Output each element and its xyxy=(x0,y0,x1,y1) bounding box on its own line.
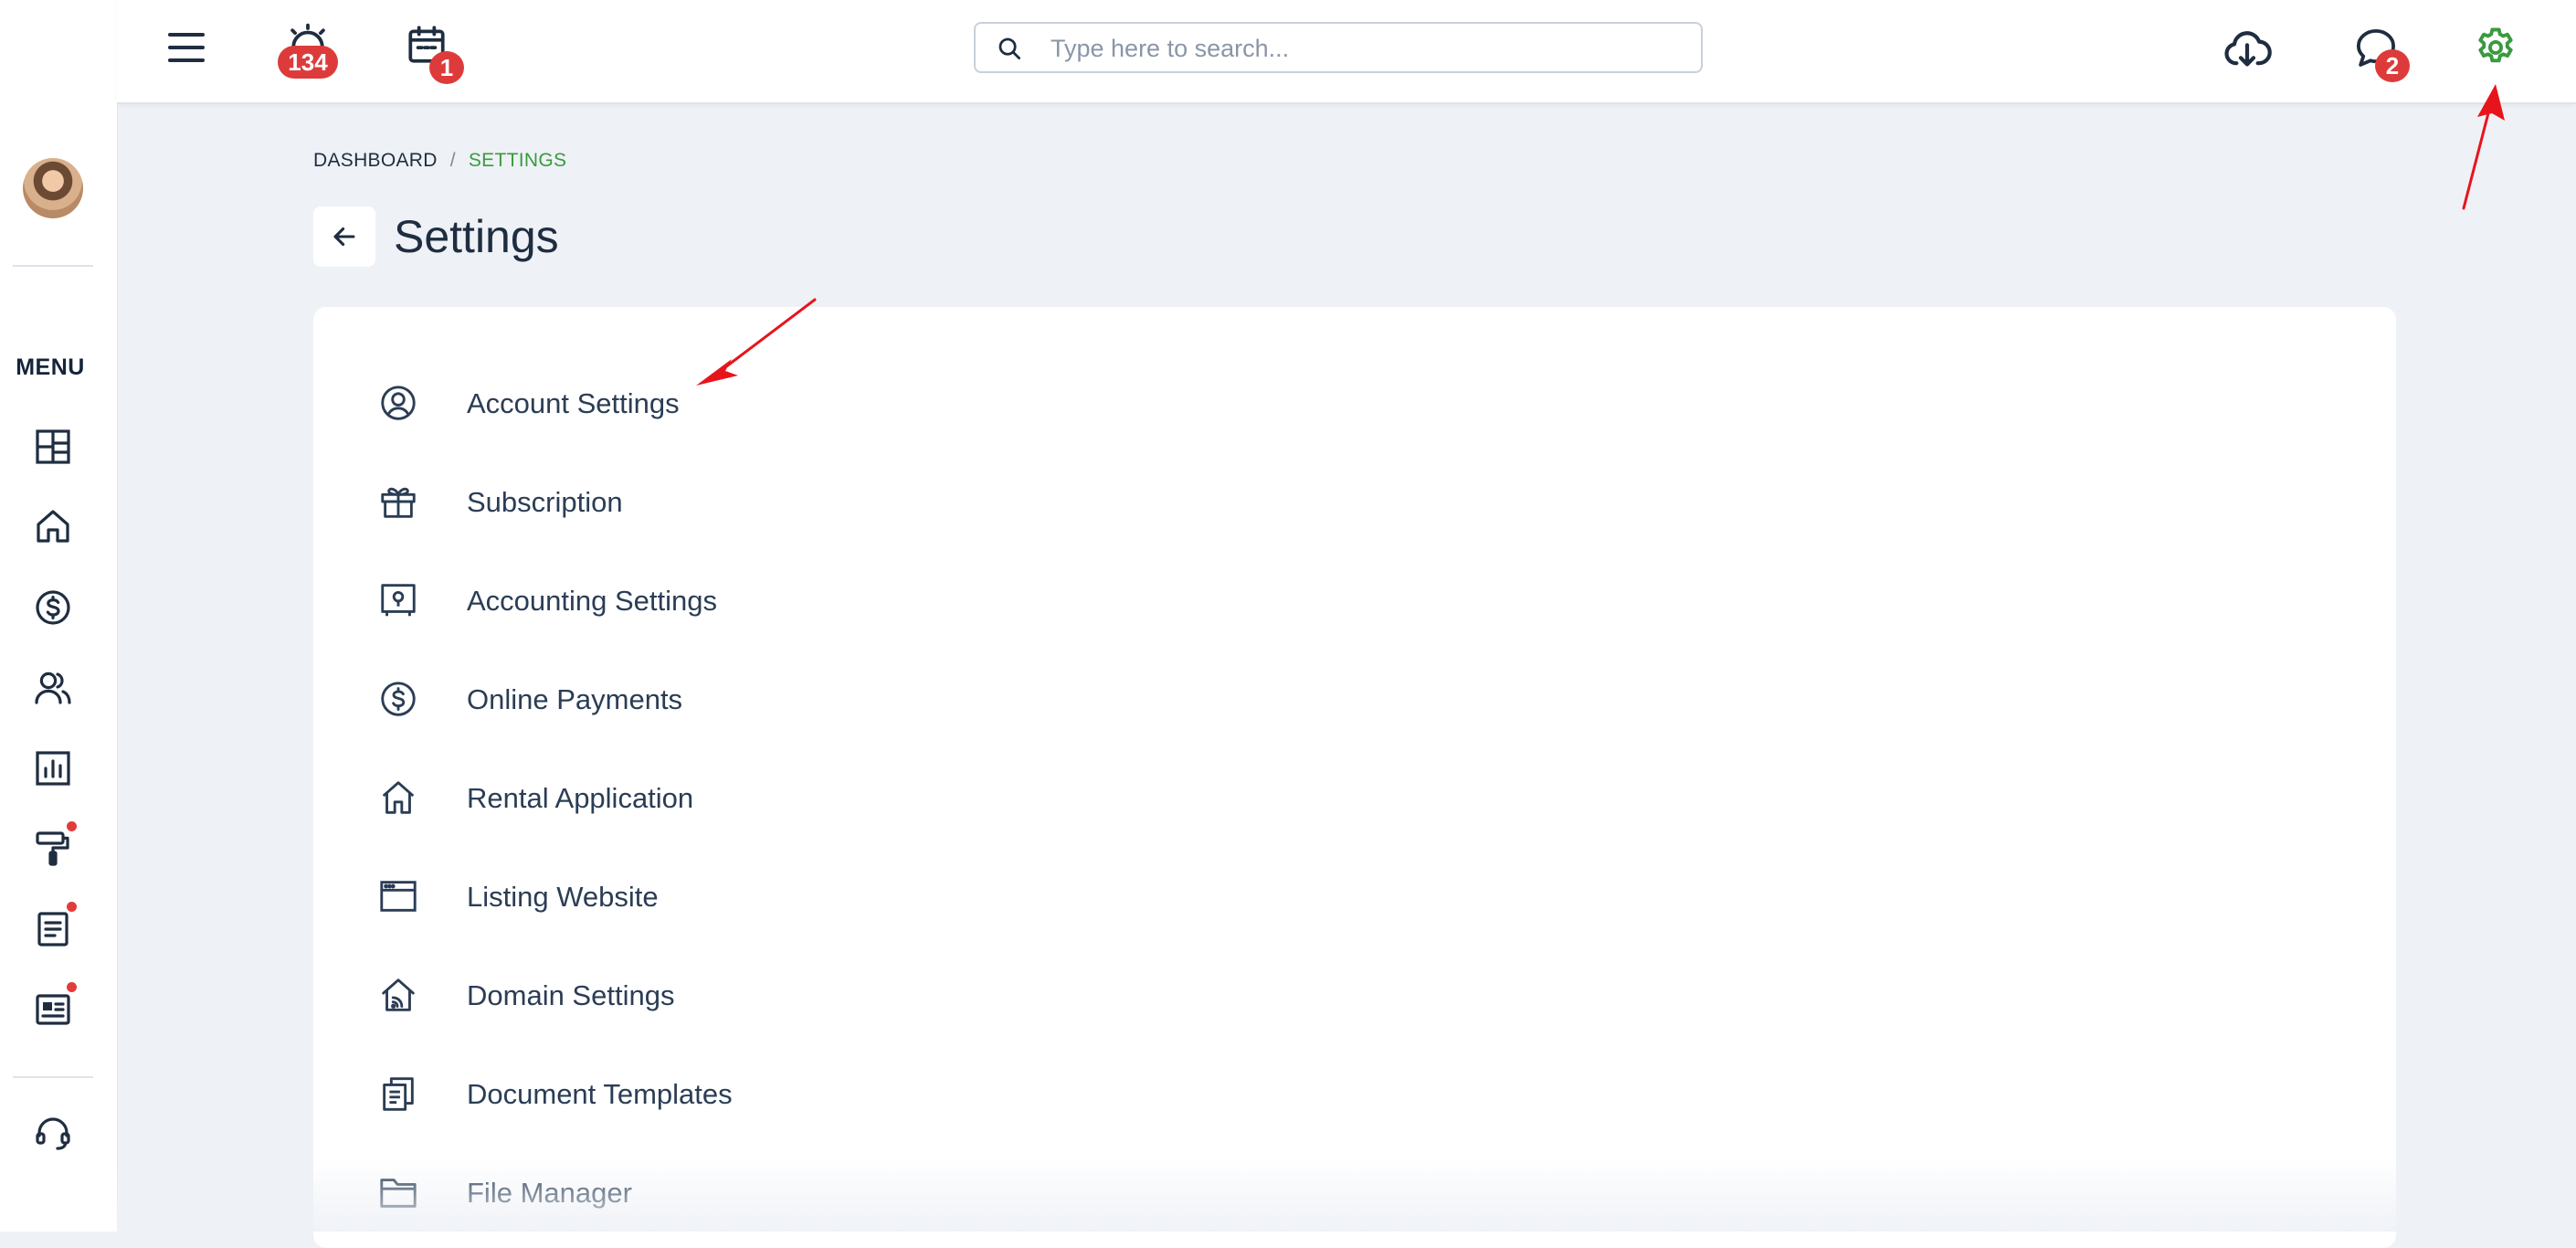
settings-item-label: Domain Settings xyxy=(467,979,675,1011)
search-input[interactable] xyxy=(1049,31,1683,66)
settings-item-account-settings[interactable]: Account Settings xyxy=(313,353,2396,451)
home-icon[interactable] xyxy=(31,504,75,548)
hamburger-menu-icon[interactable] xyxy=(164,26,208,69)
settings-item-label: Subscription xyxy=(467,486,623,518)
notification-dot xyxy=(67,821,77,831)
user-circle-icon xyxy=(381,386,416,420)
search-icon xyxy=(998,37,1020,59)
cloud-download-icon[interactable] xyxy=(2222,24,2273,75)
notification-dot xyxy=(67,982,77,992)
reports-icon[interactable] xyxy=(31,746,75,790)
messages-badge: 2 xyxy=(2375,49,2410,82)
settings-gear-icon[interactable] xyxy=(2472,24,2519,71)
calendar-badge: 1 xyxy=(429,51,464,84)
dollar-circle-icon xyxy=(381,682,416,716)
settings-item-document-templates[interactable]: Document Templates xyxy=(313,1043,2396,1142)
top-bar: 134 1 2 xyxy=(117,0,2576,104)
settings-item-label: Rental Application xyxy=(467,782,694,814)
dashboard-icon[interactable] xyxy=(31,425,75,469)
settings-item-domain-settings[interactable]: Domain Settings xyxy=(313,945,2396,1043)
settings-item-rental-application[interactable]: Rental Application xyxy=(313,747,2396,846)
safe-icon xyxy=(381,584,416,617)
house-icon xyxy=(382,781,415,814)
avatar[interactable] xyxy=(23,158,83,218)
settings-item-label: Online Payments xyxy=(467,683,683,715)
page-title: Settings xyxy=(394,211,559,262)
calendar-icon[interactable]: 1 xyxy=(404,22,464,84)
settings-item-label: Listing Website xyxy=(467,881,659,913)
settings-item-label: Account Settings xyxy=(467,387,680,419)
settings-item-label: Document Templates xyxy=(467,1078,733,1110)
documents-icon xyxy=(383,1077,414,1111)
sidebar-divider xyxy=(13,1076,93,1078)
paint-roller-icon[interactable] xyxy=(31,821,77,871)
settings-item-subscription[interactable]: Subscription xyxy=(313,451,2396,550)
browser-window-icon xyxy=(380,881,417,912)
settings-item-label: Accounting Settings xyxy=(467,585,718,617)
search-box[interactable] xyxy=(974,22,1703,73)
notification-dot xyxy=(67,902,77,912)
house-signal-icon xyxy=(382,978,415,1011)
breadcrumb-settings: SETTINGS xyxy=(468,150,567,171)
breadcrumb: DASHBOARD / SETTINGS xyxy=(313,150,566,172)
back-button[interactable] xyxy=(313,206,375,267)
settings-item-file-manager[interactable]: File Manager xyxy=(313,1142,2396,1241)
gift-icon xyxy=(381,487,416,518)
settings-item-label: File Manager xyxy=(467,1177,632,1209)
alarm-icon[interactable]: 134 xyxy=(278,20,338,79)
settings-item-online-payments[interactable]: Online Payments xyxy=(313,649,2396,747)
settings-item-listing-website[interactable]: Listing Website xyxy=(313,846,2396,945)
folder-icon xyxy=(380,1179,417,1208)
users-icon[interactable] xyxy=(31,666,75,710)
support-headset-icon[interactable] xyxy=(31,1112,75,1156)
alarm-badge: 134 xyxy=(278,46,338,79)
sidebar-divider xyxy=(13,265,93,267)
settings-list: Account Settings Subscription Accounting… xyxy=(313,307,2396,1248)
arrow-left-icon xyxy=(333,227,355,247)
newspaper-icon[interactable] xyxy=(31,982,77,1031)
sidebar: MENU xyxy=(0,0,118,1232)
dollar-circle-icon[interactable] xyxy=(31,586,75,629)
breadcrumb-dashboard[interactable]: DASHBOARD xyxy=(313,150,438,171)
menu-label: MENU xyxy=(16,354,85,380)
breadcrumb-separator: / xyxy=(449,150,456,171)
settings-item-accounting-settings[interactable]: Accounting Settings xyxy=(313,550,2396,649)
notes-icon[interactable] xyxy=(31,902,77,951)
messages-icon[interactable]: 2 xyxy=(2351,24,2410,82)
